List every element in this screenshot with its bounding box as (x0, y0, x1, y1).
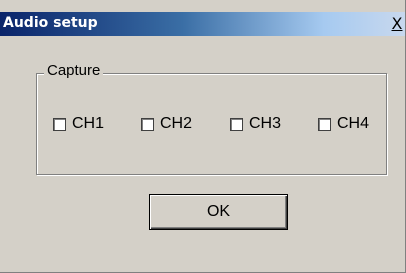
channel-checkbox-row: CH1 CH2 CH3 CH4 (0, 113, 406, 135)
ch1-label: CH1 (72, 115, 105, 132)
ch1-checkbox[interactable]: CH1 (53, 113, 104, 135)
audio-setup-dialog: Audio setup X Capture CH1 CH2 CH3 CH4 OK (0, 0, 406, 273)
close-button[interactable]: X (389, 14, 405, 33)
ch3-checkbox-box[interactable] (230, 117, 243, 131)
ch4-checkbox-box[interactable] (318, 117, 331, 131)
ch3-label: CH3 (249, 115, 282, 132)
ch2-checkbox[interactable]: CH2 (141, 113, 192, 135)
title-bar[interactable]: Audio setup X (0, 12, 405, 36)
ch4-checkbox[interactable]: CH4 (318, 113, 369, 135)
window-title: Audio setup (3, 15, 98, 31)
ch3-checkbox[interactable]: CH3 (230, 113, 281, 135)
ch2-checkbox-box[interactable] (141, 117, 154, 131)
ch2-label: CH2 (160, 115, 193, 132)
ch1-checkbox-box[interactable] (53, 117, 66, 131)
capture-group-label: Capture (44, 62, 104, 79)
ok-button[interactable]: OK (149, 194, 288, 230)
ch4-label: CH4 (337, 115, 370, 132)
